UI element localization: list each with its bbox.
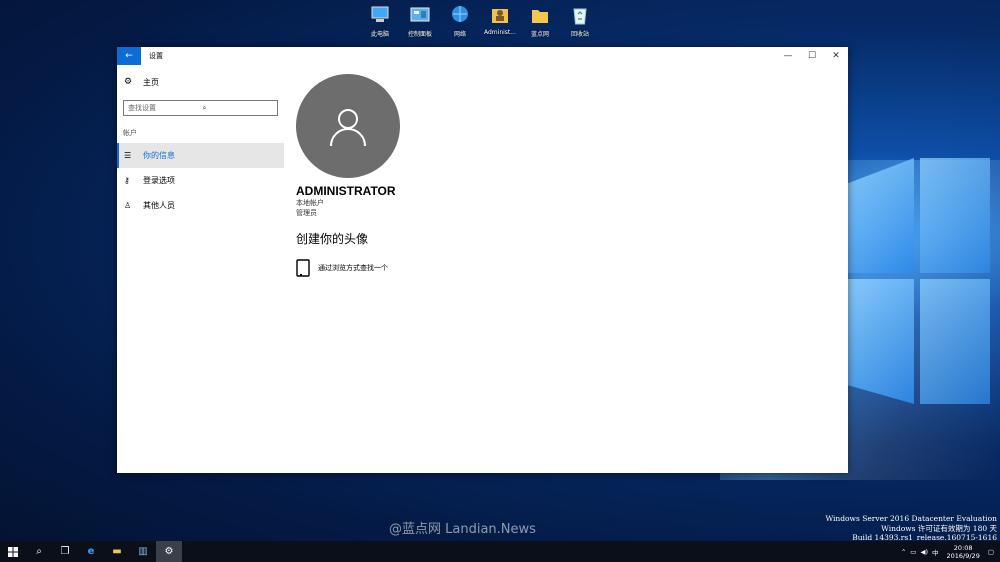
clock-time: 20:08 [953, 543, 973, 552]
search-icon: ⌕ [36, 546, 42, 557]
key-icon: ⚷ [124, 176, 130, 185]
user-folder-icon [492, 9, 508, 23]
back-button[interactable]: ← [117, 47, 141, 65]
minimize-button[interactable]: — [776, 47, 800, 65]
desktop-icon-label: 网络 [453, 31, 466, 38]
search-taskbar-button[interactable]: ⌕ [26, 541, 52, 562]
person-icon: ♙ [124, 201, 132, 210]
username: ADMINISTRATOR [296, 184, 396, 198]
account-type: 本地帐户 [296, 199, 324, 207]
desktop-icon-label: 控制面板 [407, 31, 432, 38]
create-avatar-heading: 创建你的头像 [296, 232, 369, 246]
desktop-icon-label: Administ... [484, 29, 516, 36]
sidebar-item-other-people[interactable]: ♙ 其他人员 [117, 193, 284, 218]
search-icon[interactable]: ⌕ [203, 104, 278, 113]
desktop-icon-administrator[interactable]: Administ... [480, 4, 520, 38]
tablet-icon [296, 259, 310, 277]
search-input[interactable]: 查找设置 ⌕ [123, 100, 278, 116]
internet-explorer-icon: e [87, 546, 95, 557]
file-explorer-button[interactable]: ▬ [104, 541, 130, 562]
windows-icon [8, 546, 18, 557]
sidebar-item-label: 其他人员 [143, 201, 175, 210]
account-role: 管理员 [296, 209, 317, 217]
info-icon: ☰ [124, 151, 132, 160]
windows-logo-wallpaper [848, 158, 990, 408]
volume-icon[interactable]: ◀) [920, 548, 928, 556]
server-manager-button[interactable]: ▥ [130, 541, 156, 562]
sidebar-item-sign-in-options[interactable]: ⚷ 登录选项 [117, 168, 284, 193]
evaluation-notice: Windows Server 2016 Datacenter Evaluatio… [825, 514, 997, 543]
this-pc-icon [371, 6, 389, 22]
control-panel-icon [410, 7, 430, 22]
desktop-icon-recycle-bin[interactable]: 回收站 [560, 4, 600, 38]
desktop-icon-label: 此电脑 [370, 31, 389, 38]
sidebar-item-your-info[interactable]: ☰ 你的信息 [117, 143, 284, 168]
sidebar-item-label: 你的信息 [143, 151, 175, 160]
sidebar-item-home[interactable]: ⚙ 主页 [117, 72, 284, 92]
settings-taskbar-button[interactable]: ⚙ [156, 541, 182, 562]
ime-indicator[interactable]: 中 [932, 547, 939, 557]
desktop-icon-control-panel[interactable]: 控制面板 [400, 4, 440, 38]
window-title: 设置 [149, 52, 163, 60]
folder-icon [532, 10, 548, 23]
search-placeholder: 查找设置 [128, 104, 156, 112]
network-icon[interactable]: ▭ [910, 548, 916, 556]
maximize-button[interactable]: ☐ [800, 47, 824, 65]
show-hidden-icons-icon[interactable]: ⌃ [901, 548, 906, 556]
ie-button[interactable]: e [78, 541, 104, 562]
title-bar: ← 设置 — ☐ ✕ [117, 47, 848, 65]
desktop-icon-landian[interactable]: 蓝点网 [520, 4, 560, 38]
clock-date: 2016/9/29 [946, 551, 980, 560]
taskbar: ⌕ ❐ e ▬ ▥ ⚙ ⌃ ▭ ◀) 中 20:08 2016/9/29 ▢ [0, 541, 1000, 562]
system-tray: ⌃ ▭ ◀) 中 20:08 2016/9/29 ▢ [901, 544, 1000, 560]
gear-icon: ⚙ [124, 77, 133, 87]
sidebar-item-label: 主页 [143, 77, 159, 87]
network-icon [452, 6, 468, 22]
task-view-button[interactable]: ❐ [52, 541, 78, 562]
avatar [296, 74, 400, 178]
eval-line: Windows Server 2016 Datacenter Evaluatio… [825, 514, 997, 523]
desktop-icon-network[interactable]: 网络 [440, 4, 480, 38]
desktop-icon-label: 回收站 [570, 31, 589, 38]
gear-icon: ⚙ [164, 546, 174, 557]
browse-label: 通过浏览方式查找一个 [318, 264, 388, 272]
settings-window: ← 设置 — ☐ ✕ ⚙ 主页 查找设置 ⌕ 帐户 ☰ 你的信息 ⚷ 登录选项 … [117, 47, 848, 473]
clock[interactable]: 20:08 2016/9/29 [947, 544, 980, 560]
desktop-icon-label: 蓝点网 [530, 31, 549, 38]
watermark: @蓝点网 Landian.News [389, 522, 536, 537]
folder-icon: ▬ [112, 546, 122, 557]
action-center-icon[interactable]: ▢ [988, 548, 994, 556]
close-button[interactable]: ✕ [824, 47, 848, 65]
desktop-icons: 此电脑 控制面板 网络 Administ... 蓝点网 回收站 [360, 4, 600, 38]
desktop-icon-this-pc[interactable]: 此电脑 [360, 4, 400, 38]
section-header-accounts: 帐户 [123, 129, 137, 137]
eval-line: Windows 许可证有效期为 180 天 [881, 523, 997, 533]
sidebar-item-label: 登录选项 [143, 176, 175, 185]
browse-button[interactable]: 通过浏览方式查找一个 [296, 259, 400, 277]
sidebar: ⚙ 主页 查找设置 ⌕ 帐户 ☰ 你的信息 ⚷ 登录选项 ♙ 其他人员 [117, 65, 284, 473]
task-view-icon: ❐ [60, 546, 70, 557]
start-button[interactable] [0, 541, 26, 562]
user-silhouette-icon [330, 109, 366, 147]
server-manager-icon: ▥ [138, 546, 148, 557]
recycle-bin-icon [573, 8, 587, 25]
main-content: ADMINISTRATOR 本地帐户 管理员 创建你的头像 通过浏览方式查找一个 [296, 74, 400, 277]
